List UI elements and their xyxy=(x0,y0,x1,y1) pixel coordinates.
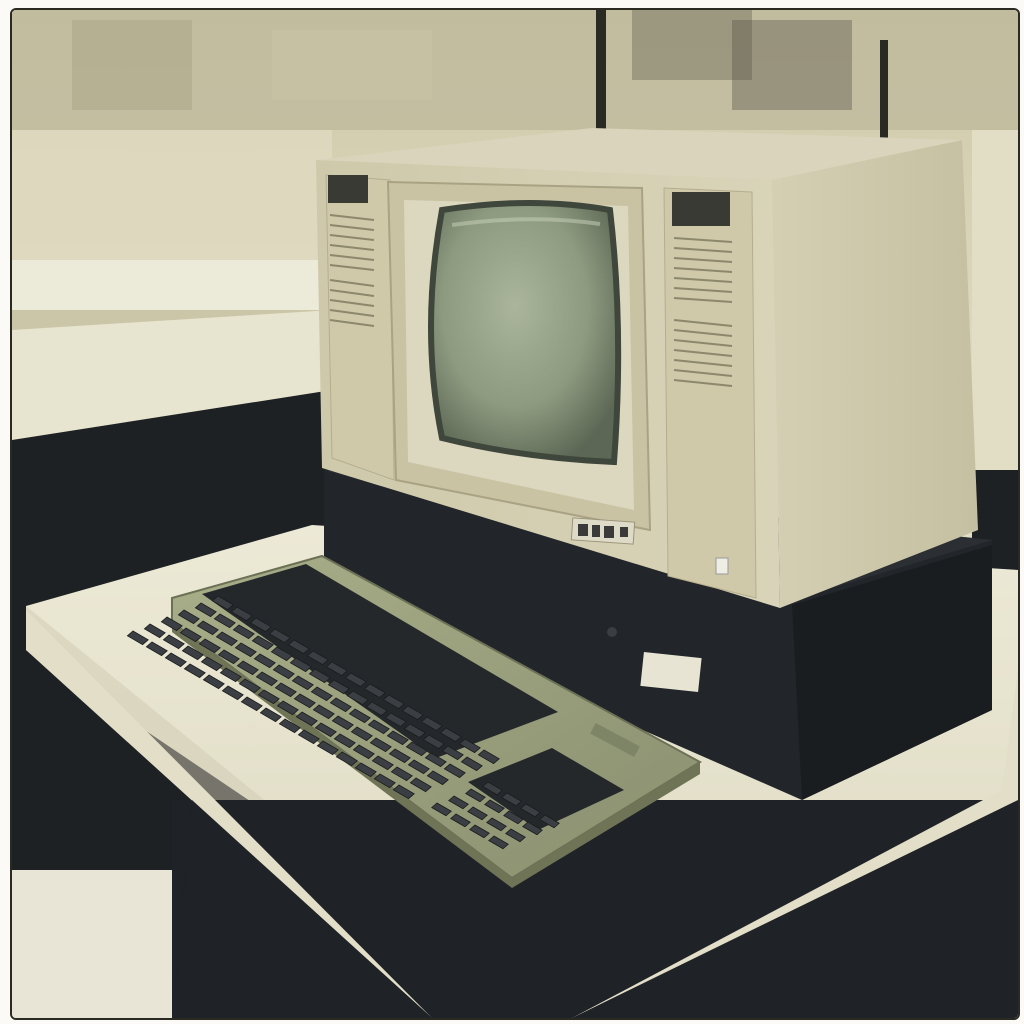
power-button xyxy=(715,557,729,575)
crt-screen xyxy=(428,200,622,466)
vintage-computer-scene xyxy=(12,10,1018,1018)
photo-frame xyxy=(0,0,1024,1024)
photo xyxy=(10,8,1020,1020)
base-label xyxy=(640,652,702,692)
